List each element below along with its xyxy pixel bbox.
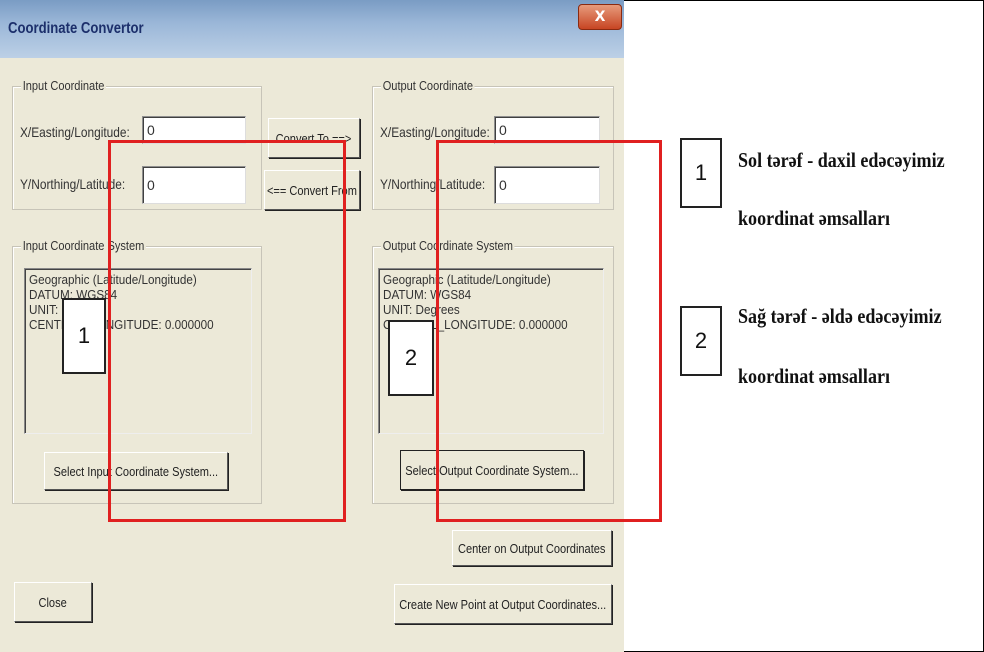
create-new-point-button[interactable]: Create New Point at Output Coordinates..… [394, 584, 612, 624]
title-bar[interactable]: Coordinate Convertor X [0, 0, 624, 58]
input-marker-number: 1 [62, 298, 106, 374]
output-highlight-box [436, 140, 662, 522]
window-title: Coordinate Convertor [8, 20, 144, 37]
output-x-label: X/Easting/Longitude: [380, 124, 490, 140]
input-highlight-box [108, 140, 346, 522]
close-window-button[interactable]: X [578, 4, 622, 30]
center-on-output-label: Center on Output Coordinates [458, 540, 606, 556]
output-coordinate-legend: Output Coordinate [381, 78, 475, 93]
input-x-label: X/Easting/Longitude: [20, 124, 130, 140]
input-coordinate-legend: Input Coordinate [21, 78, 107, 93]
note1-line1: Sol tərəf - daxil edəcəyimiz [738, 148, 945, 172]
close-icon: X [594, 9, 606, 25]
center-on-output-button[interactable]: Center on Output Coordinates [452, 530, 612, 566]
close-button-label: Close [38, 594, 68, 610]
note1-number: 1 [680, 138, 722, 208]
note2-number: 2 [680, 306, 722, 376]
note2-line1: Sağ tərəf - əldə edəcəyimiz [738, 304, 942, 328]
close-button[interactable]: Close [14, 582, 92, 622]
output-marker-number: 2 [388, 320, 434, 396]
create-new-point-label: Create New Point at Output Coordinates..… [399, 596, 607, 612]
note2-line2: koordinat əmsalları [738, 364, 891, 388]
note1-line2: koordinat əmsalları [738, 206, 891, 230]
